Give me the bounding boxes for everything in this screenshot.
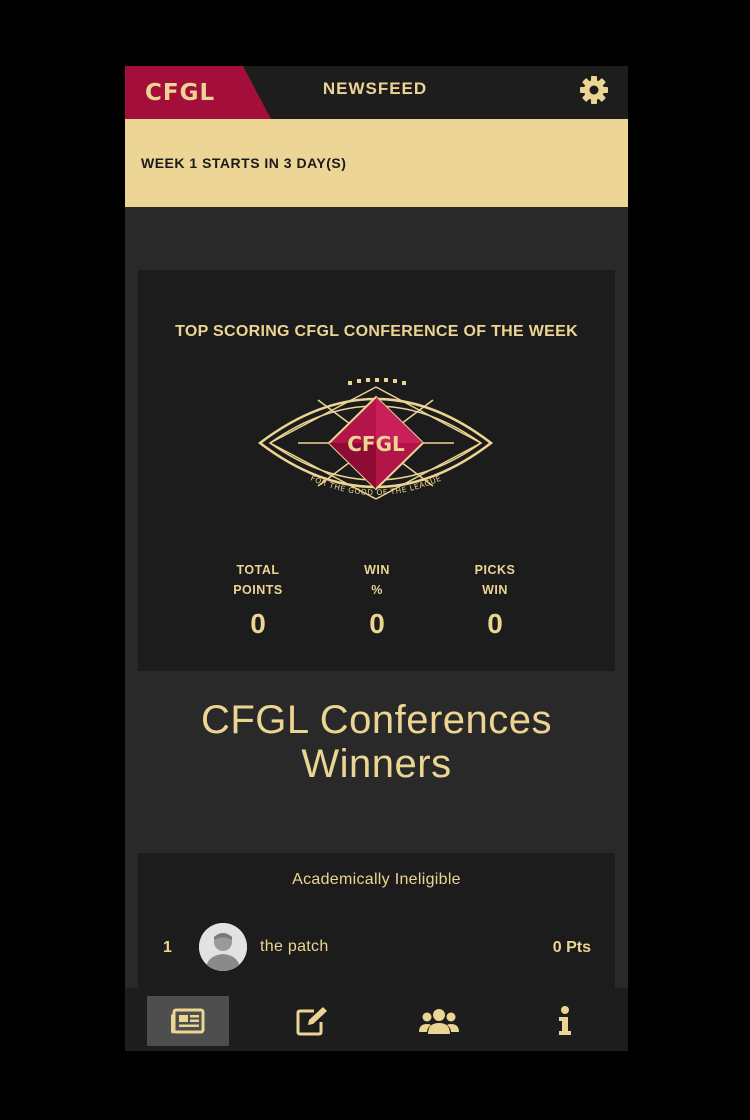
player-points: 0 Pts xyxy=(552,939,591,956)
rank: 1 xyxy=(163,939,172,956)
bottom-nav xyxy=(125,988,628,1051)
winners-heading: CFGL Conferences Winners xyxy=(200,698,553,786)
info-icon xyxy=(559,1006,571,1035)
conference-card[interactable]: Academically Ineligible 1 the patch 0 Pt… xyxy=(138,853,615,1003)
stat-value: 0 xyxy=(487,608,503,639)
stat-picks-win: PICKS WIN 0 xyxy=(435,560,555,640)
stat-win-percent: WIN % 0 xyxy=(317,560,437,640)
player-name: the patch xyxy=(260,938,329,955)
countdown-banner: WEEK 1 STARTS IN 3 DAY(S) xyxy=(125,119,628,207)
stat-value: 0 xyxy=(369,608,385,639)
avatar xyxy=(199,923,247,971)
nav-picks[interactable] xyxy=(272,996,354,1046)
stat-value: 0 xyxy=(250,608,266,639)
page-title: NEWSFEED xyxy=(322,79,428,98)
stat-total-points: TOTAL POINTS 0 xyxy=(198,560,318,640)
edit-icon xyxy=(296,1007,327,1036)
top-bar: CFGL NEWSFEED xyxy=(125,66,628,119)
gear-icon[interactable] xyxy=(578,74,610,106)
cfgl-emblem: CFGL FOR THE GOOD OF THE LEAGUE xyxy=(258,378,494,500)
stat-label: PICKS WIN xyxy=(474,563,516,597)
users-icon xyxy=(419,1009,459,1034)
top-conference-title: TOP SCORING CFGL CONFERENCE OF THE WEEK xyxy=(175,323,578,340)
countdown-text: WEEK 1 STARTS IN 3 DAY(S) xyxy=(141,155,347,171)
nav-conferences[interactable] xyxy=(398,996,480,1046)
app-screen: CFGL NEWSFEED WEEK 1 STARTS IN 3 DAY(S) … xyxy=(125,66,628,1051)
logo-text: CFGL xyxy=(145,80,216,106)
stat-label: TOTAL POINTS xyxy=(233,563,283,597)
conference-name: Academically Ineligible xyxy=(292,871,461,888)
nav-newsfeed[interactable] xyxy=(147,996,229,1046)
emblem-text: CFGL xyxy=(347,432,405,456)
newspaper-icon xyxy=(171,1008,205,1034)
nav-info[interactable] xyxy=(524,996,606,1046)
user-avatar-icon xyxy=(199,923,247,971)
top-conference-card: TOP SCORING CFGL CONFERENCE OF THE WEEK xyxy=(138,270,615,671)
logo[interactable]: CFGL xyxy=(125,66,271,119)
stat-label: WIN % xyxy=(364,563,390,597)
